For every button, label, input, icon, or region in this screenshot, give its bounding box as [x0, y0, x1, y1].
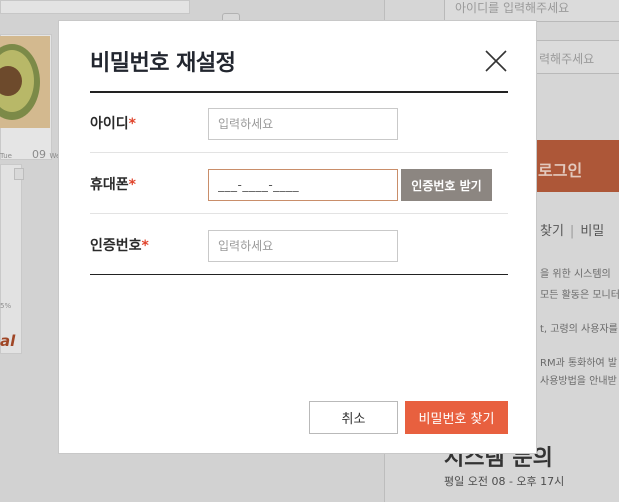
background-text-line: RM과 통화하여 발: [540, 358, 618, 369]
close-icon: [485, 50, 507, 72]
required-mark: *: [141, 238, 149, 254]
background-links: 찾기 | 비밀: [540, 224, 605, 239]
background-id-input: 아이디를 입력해주세요: [444, 0, 619, 22]
background-hours: 평일 오전 08 - 오후 17시: [444, 475, 565, 488]
form-row-id: 아이디*: [90, 93, 508, 153]
form-row-phone: 휴대폰* 인증번호 받기: [90, 154, 508, 214]
background-box: [14, 168, 24, 180]
background-text-line: 을 위한 시스템의: [540, 269, 611, 280]
background-promo-text: al: [0, 332, 16, 350]
background-date: 09 We: [32, 148, 61, 161]
background-day-label: Tue: [0, 152, 12, 160]
auth-code-label: 인증번호*: [90, 238, 149, 254]
background-text-line: 사용방법을 안내받: [540, 376, 617, 387]
background-card: [0, 0, 190, 14]
close-button[interactable]: [484, 49, 508, 73]
required-mark: *: [128, 116, 136, 132]
find-password-button[interactable]: 비밀번호 찾기: [405, 401, 508, 434]
form-row-auth-code: 인증번호*: [90, 215, 508, 275]
id-label: 아이디*: [90, 116, 136, 132]
phone-label: 휴대폰*: [90, 177, 136, 193]
avocado-image: [0, 36, 50, 128]
password-reset-modal: 비밀번호 재설정 아이디* 휴대폰* 인증번호 받기 인증번호* 취소 비밀번호…: [58, 20, 537, 454]
auth-code-input[interactable]: [208, 230, 398, 262]
background-panel: [0, 164, 22, 354]
required-mark: *: [128, 177, 136, 193]
background-text-line: t, 고령의 사용자를: [540, 324, 618, 335]
phone-input[interactable]: [208, 169, 398, 201]
background-text-line: 모든 활동은 모니터: [540, 290, 619, 301]
id-input[interactable]: [208, 108, 398, 140]
cancel-button[interactable]: 취소: [309, 401, 398, 434]
background-percent: 5%: [0, 302, 12, 310]
modal-title: 비밀번호 재설정: [90, 51, 236, 76]
get-auth-code-button[interactable]: 인증번호 받기: [401, 169, 492, 201]
